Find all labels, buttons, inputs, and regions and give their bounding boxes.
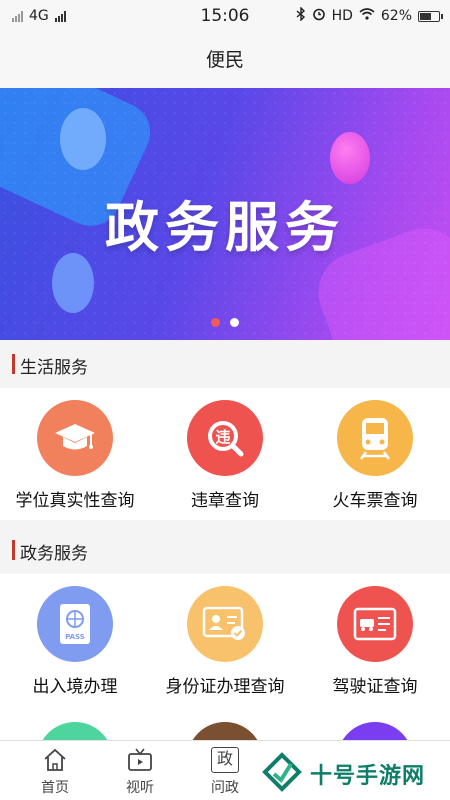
- service-label: 学位真实性查询: [15, 491, 135, 511]
- tab-label: 问政: [211, 780, 239, 796]
- section-title: 政务服务: [20, 544, 88, 564]
- service-label: 违章查询: [191, 491, 259, 511]
- service-driver-license[interactable]: 驾驶证查询: [300, 586, 450, 697]
- page-title: 便民: [205, 49, 244, 71]
- graduation-cap-icon: [37, 400, 113, 476]
- service-partial[interactable]: [150, 722, 300, 740]
- site-watermark: 十号手游网: [262, 748, 450, 800]
- passport-icon: PASS: [37, 586, 113, 662]
- bluetooth-icon: [296, 6, 306, 25]
- status-right: HD 62%: [296, 6, 443, 25]
- tab-label: 视听: [126, 780, 154, 796]
- service-id-card[interactable]: 身份证办理查询: [150, 586, 300, 697]
- banner-carousel[interactable]: 政务服务: [0, 88, 450, 340]
- service-icon: [337, 722, 413, 740]
- alarm-icon: [312, 7, 326, 25]
- government-services-grid: PASS 出入境办理 身份证办理查询 驾驶证查询: [0, 574, 450, 740]
- svg-text:PASS: PASS: [65, 633, 85, 641]
- section-accent-bar: [12, 540, 15, 560]
- svg-text:违: 违: [215, 428, 230, 446]
- pager-dot[interactable]: [230, 318, 239, 327]
- banner-bubble: [60, 108, 106, 170]
- section-accent-bar: [12, 354, 15, 374]
- banner-title: 政务服务: [105, 196, 345, 259]
- section-title: 生活服务: [20, 358, 88, 378]
- life-services-grid: 学位真实性查询 违 违章查询 火车票查询: [0, 388, 450, 520]
- banner-pager: [0, 318, 450, 327]
- service-partial[interactable]: [300, 722, 450, 740]
- section-header-life: 生活服务: [0, 340, 450, 388]
- tab-politics-qa[interactable]: 政 问政: [195, 747, 255, 797]
- battery-fill: [420, 12, 431, 20]
- service-label: 身份证办理查询: [165, 677, 285, 697]
- driver-license-icon: [337, 586, 413, 662]
- violation-search-icon: 违: [187, 400, 263, 476]
- pager-dot[interactable]: [211, 318, 220, 327]
- service-label: 出入境办理: [32, 677, 118, 697]
- service-icon: [187, 722, 263, 740]
- service-entry-exit[interactable]: PASS 出入境办理: [0, 586, 150, 697]
- wifi-icon: [359, 8, 375, 24]
- tab-label: 首页: [41, 780, 69, 796]
- banner-bubble: [52, 253, 94, 313]
- service-label: 火车票查询: [332, 491, 418, 511]
- service-violation-query[interactable]: 违 违章查询: [150, 400, 300, 511]
- tab-home[interactable]: 首页: [25, 747, 85, 797]
- service-partial[interactable]: [0, 722, 150, 740]
- watermark-text: 十号手游网: [310, 764, 426, 789]
- zheng-icon: 政: [195, 747, 255, 773]
- service-degree-verification[interactable]: 学位真实性查询: [0, 400, 150, 511]
- nav-bar: 便民: [0, 32, 450, 88]
- tv-icon: [110, 747, 170, 773]
- service-label: 驾驶证查询: [332, 677, 418, 697]
- battery-percent: 62%: [380, 8, 412, 24]
- hd-label: HD: [331, 8, 353, 24]
- battery-icon: [418, 10, 443, 22]
- section-header-government: 政务服务: [0, 526, 450, 574]
- home-icon: [25, 747, 85, 773]
- status-bar: 4G 15:06 HD 62%: [0, 0, 450, 32]
- train-icon: [337, 400, 413, 476]
- banner-bubble: [330, 132, 370, 184]
- tab-media[interactable]: 视听: [110, 747, 170, 797]
- id-card-icon: [187, 586, 263, 662]
- service-train-ticket-query[interactable]: 火车票查询: [300, 400, 450, 511]
- watermark-logo-icon: [262, 752, 302, 796]
- service-icon: [37, 722, 113, 740]
